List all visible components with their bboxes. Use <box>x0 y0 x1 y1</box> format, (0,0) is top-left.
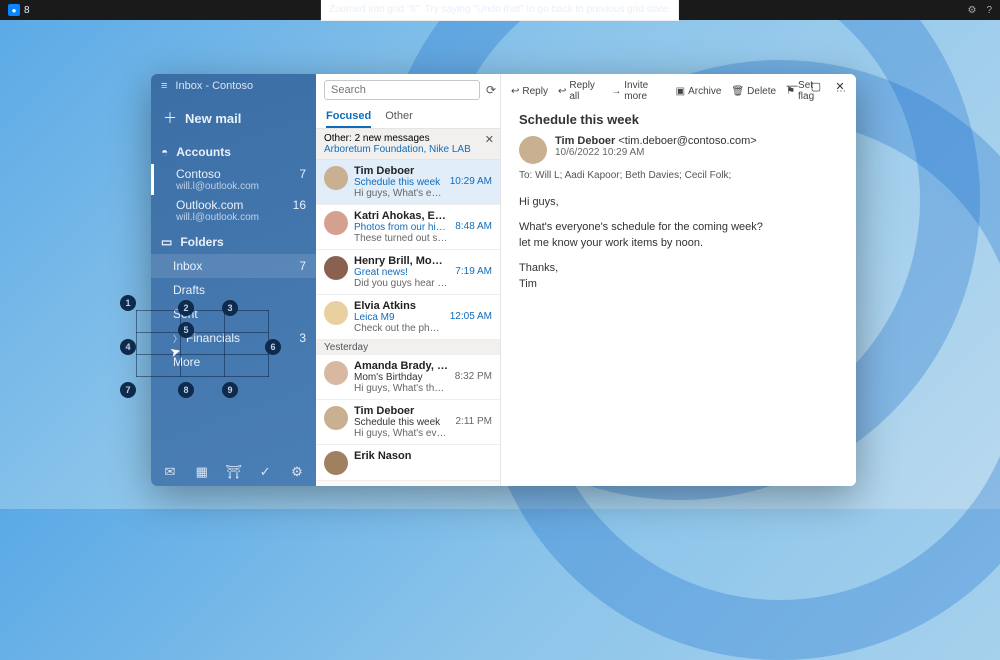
day-separator: Yesterday <box>316 340 500 355</box>
mail-icon[interactable]: ✉ <box>161 464 179 480</box>
settings-icon[interactable]: ⚙ <box>967 5 976 16</box>
archive-button[interactable]: ▣ Archive <box>676 80 722 102</box>
delete-button[interactable]: 🗑 Delete <box>731 80 776 102</box>
person-icon: ◓ <box>161 145 168 159</box>
folder-drafts[interactable]: Drafts <box>151 278 316 302</box>
new-mail-button[interactable]: ＋ New mail <box>161 104 306 132</box>
voice-access-bar: ● 8 Zoomed into grid "8". Try saying "Un… <box>0 0 1000 20</box>
message-item[interactable]: Tim DeboerSchedule this weekHi guys, Wha… <box>316 160 500 205</box>
message-subject: Schedule this week <box>519 112 838 127</box>
refresh-icon[interactable]: ⟳ <box>486 83 496 97</box>
mail-window: — ▢ ✕ ≡ Inbox - Contoso ＋ New mail ◓ Acc… <box>151 74 856 486</box>
grid-number[interactable]: 5 <box>178 322 194 338</box>
message-item[interactable]: Tim DeboerSchedule this weekHi guys, Wha… <box>316 400 500 445</box>
avatar <box>324 301 348 325</box>
message-item[interactable]: Erik Nason <box>316 445 500 481</box>
folders-header[interactable]: ▭ Folders <box>151 230 316 254</box>
avatar <box>324 256 348 280</box>
reply-button[interactable]: ↩ Reply <box>511 80 548 102</box>
avatar <box>324 361 348 385</box>
account-outlook[interactable]: Outlook.com16 will.l@outlook.com <box>151 195 316 226</box>
sender-name: Tim Deboer <box>555 135 615 147</box>
message-item[interactable]: Katri Ahokas, Erik NasonPhotos from our … <box>316 205 500 250</box>
grid-number[interactable]: 8 <box>178 382 194 398</box>
search-input[interactable] <box>324 80 480 100</box>
message-date: 10/6/2022 10:29 AM <box>555 147 757 158</box>
close-icon[interactable]: ✕ <box>485 133 494 146</box>
grid-number[interactable]: 4 <box>120 339 136 355</box>
close-button[interactable]: ✕ <box>834 80 846 92</box>
mic-icon[interactable]: ● <box>8 4 20 16</box>
sender-avatar <box>519 136 547 164</box>
avatar <box>324 406 348 430</box>
avatar <box>324 451 348 475</box>
to-recipients: Will L; Aadi Kapoor; Beth Davies; Cecil … <box>535 170 731 181</box>
minimize-button[interactable]: — <box>786 80 798 92</box>
invite-button[interactable]: → Invite more <box>611 80 665 102</box>
help-icon[interactable]: ? <box>986 5 992 16</box>
reply-all-button[interactable]: ↩ Reply all <box>558 80 601 102</box>
people-icon[interactable]: ⛩ <box>225 464 243 480</box>
message-item[interactable]: Henry Brill, Mona Kane, Cecil FGreat new… <box>316 250 500 295</box>
sender-email: <tim.deboer@contoso.com> <box>618 135 756 147</box>
hamburger-icon[interactable]: ≡ <box>161 80 167 92</box>
sidebar-bottom-nav: ✉ ▦ ⛩ ✓ ⚙ <box>151 458 316 486</box>
grid-number[interactable]: 1 <box>120 295 136 311</box>
folder-inbox[interactable]: Inbox7 <box>151 254 316 278</box>
plus-icon: ＋ <box>163 108 177 128</box>
accounts-header[interactable]: ◓ Accounts <box>151 140 316 164</box>
voice-status-text: Zoomed into grid "8". Try saying "Undo t… <box>321 0 679 21</box>
message-item[interactable]: Elvia AtkinsLeica M9Check out the photos… <box>316 295 500 340</box>
grid-number[interactable]: 9 <box>222 382 238 398</box>
grid-number[interactable]: 2 <box>178 300 194 316</box>
tab-focused[interactable]: Focused <box>326 110 371 128</box>
window-title: Inbox - Contoso <box>175 80 306 92</box>
message-list: ⟳ ☰ Focused Other Other: 2 new messages … <box>316 74 501 486</box>
settings-icon[interactable]: ⚙ <box>288 464 306 480</box>
voice-grid-overlay <box>136 310 269 377</box>
tab-other[interactable]: Other <box>385 110 413 128</box>
todo-icon[interactable]: ✓ <box>256 464 274 480</box>
avatar <box>324 211 348 235</box>
grid-number[interactable]: 3 <box>222 300 238 316</box>
other-summary[interactable]: Other: 2 new messages Arboretum Foundati… <box>316 128 500 160</box>
voice-grid-num: 8 <box>24 5 30 16</box>
message-item[interactable]: Amanda Brady, Daisy PhillipsMom's Birthd… <box>316 355 500 400</box>
account-contoso[interactable]: Contoso7 will.l@outlook.com <box>151 164 316 195</box>
maximize-button[interactable]: ▢ <box>810 80 822 92</box>
sidebar: ≡ Inbox - Contoso ＋ New mail ◓ Accounts … <box>151 74 316 486</box>
reading-pane: ↩ Reply ↩ Reply all → Invite more ▣ Arch… <box>501 74 856 486</box>
avatar <box>324 166 348 190</box>
folder-icon: ▭ <box>161 235 172 249</box>
grid-number[interactable]: 6 <box>265 339 281 355</box>
message-body: Hi guys, What's everyone's schedule for … <box>519 195 838 292</box>
calendar-icon[interactable]: ▦ <box>193 464 211 480</box>
grid-number[interactable]: 7 <box>120 382 136 398</box>
